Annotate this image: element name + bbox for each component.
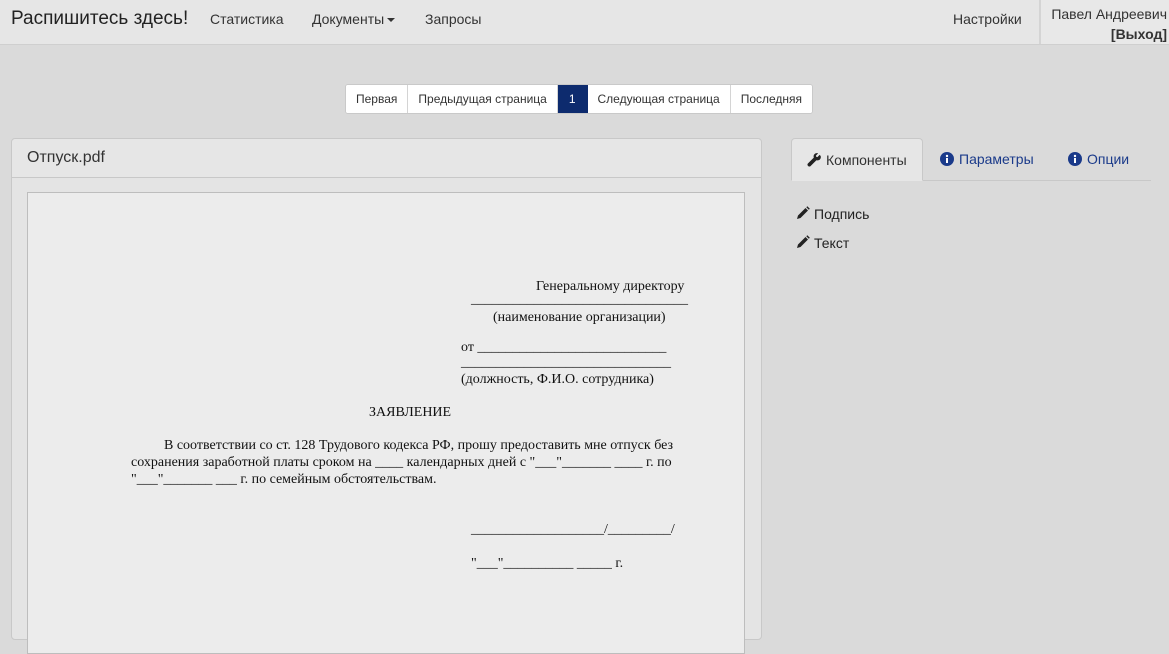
page-next-button[interactable]: Следующая страница bbox=[587, 85, 731, 113]
tab-components-label: Компоненты bbox=[826, 152, 907, 168]
tab-parameters[interactable]: Параметры bbox=[925, 138, 1049, 180]
wrench-icon bbox=[807, 153, 821, 167]
pagination: Первая Предыдущая страница 1 Следующая с… bbox=[345, 84, 814, 114]
brand-title[interactable]: Распишитесь здесь! bbox=[11, 8, 188, 30]
doc-org-line: _______________________________ bbox=[471, 292, 688, 307]
doc-employee-line: ______________________________ bbox=[461, 355, 671, 370]
doc-body-line: сохранения заработной платы сроком на __… bbox=[131, 455, 672, 470]
doc-date-line: "___"__________ _____ г. bbox=[471, 556, 624, 571]
document-panel: Отпуск.pdf Генеральному директору ______… bbox=[11, 138, 762, 654]
doc-signature-line: ___________________/_________/ bbox=[471, 522, 675, 537]
page-last-button[interactable]: Последняя bbox=[730, 85, 813, 113]
component-text-label: Текст bbox=[814, 235, 850, 251]
tab-options-label: Опции bbox=[1087, 151, 1130, 167]
logout-link[interactable]: [Выход] bbox=[1111, 26, 1167, 42]
nav-link-requests[interactable]: Запросы bbox=[425, 11, 481, 27]
page-first-button[interactable]: Первая bbox=[346, 85, 409, 113]
top-navbar: Распишитесь здесь! Статистика Документы … bbox=[0, 0, 1169, 45]
info-circle-icon bbox=[940, 152, 954, 166]
pdf-page[interactable]: Генеральному директору _________________… bbox=[27, 192, 745, 654]
nav-dropdown-documents[interactable]: Документы bbox=[312, 11, 396, 27]
nav-link-statistics[interactable]: Статистика bbox=[210, 11, 284, 27]
pencil-icon bbox=[797, 206, 810, 219]
info-circle-icon bbox=[1068, 152, 1082, 166]
tab-options[interactable]: Опции bbox=[1053, 138, 1144, 180]
pencil-icon bbox=[797, 235, 810, 248]
tab-components[interactable]: Компоненты bbox=[791, 138, 923, 181]
doc-body-line: "___"_______ ___ г. по семейным обстояте… bbox=[131, 472, 437, 487]
doc-from-line: от ___________________________ bbox=[461, 340, 667, 355]
doc-body: В соответствии со ст. 128 Трудового коде… bbox=[131, 437, 694, 488]
page-prev-button[interactable]: Предыдущая страница bbox=[408, 85, 558, 113]
sidebar-tabs: Компоненты Параметры Опции bbox=[791, 138, 1151, 181]
doc-title: ЗАЯВЛЕНИЕ bbox=[369, 405, 452, 420]
nav-link-settings[interactable]: Настройки bbox=[953, 11, 1022, 27]
component-signature-label: Подпись bbox=[814, 206, 870, 222]
doc-body-line: В соответствии со ст. 128 Трудового коде… bbox=[164, 438, 674, 453]
doc-org-caption: (наименование организации) bbox=[493, 310, 666, 325]
user-box: Павел Андреевич [Выход] bbox=[1039, 0, 1169, 44]
page-current-button[interactable]: 1 bbox=[557, 85, 588, 113]
nav-documents-label: Документы bbox=[312, 11, 385, 27]
doc-employee-caption: (должность, Ф.И.О. сотрудника) bbox=[461, 372, 654, 387]
tab-parameters-label: Параметры bbox=[959, 151, 1034, 167]
caret-down-icon bbox=[387, 18, 396, 22]
document-filename: Отпуск.pdf bbox=[12, 139, 761, 178]
component-signature[interactable]: Подпись bbox=[796, 206, 869, 222]
component-text[interactable]: Текст bbox=[796, 235, 849, 251]
user-name: Павел Андреевич bbox=[1051, 6, 1167, 22]
